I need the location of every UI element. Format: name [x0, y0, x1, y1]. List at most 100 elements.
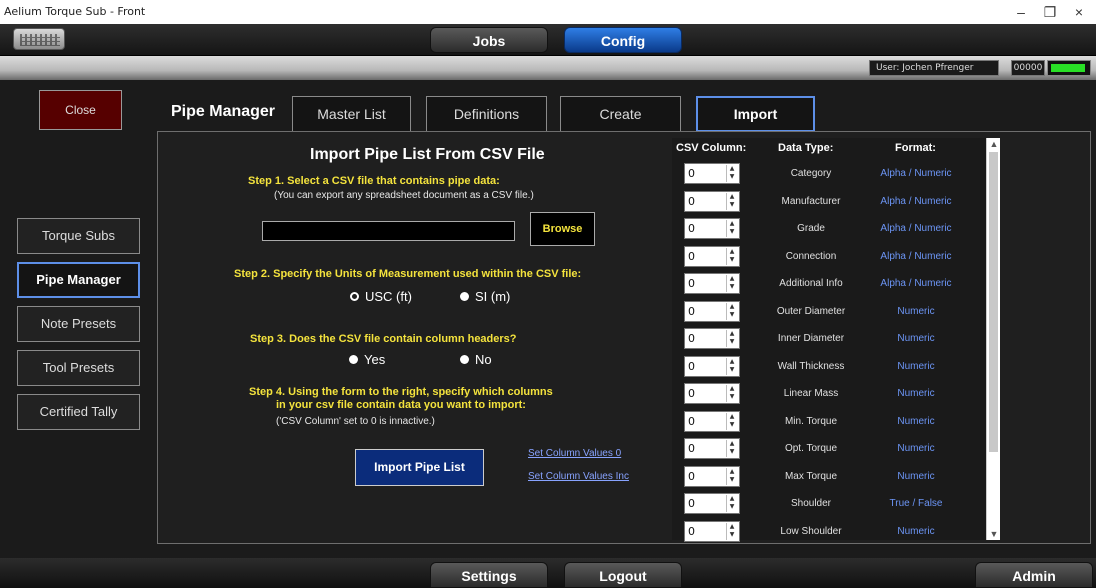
admin-button[interactable]: Admin [975, 562, 1093, 588]
close-button[interactable]: Close [39, 90, 122, 130]
csv-column-input[interactable]: 0 ▲ ▼ [684, 190, 740, 212]
spinner-icon[interactable]: ▲ ▼ [726, 165, 737, 182]
data-type-label: Connection [785, 250, 837, 262]
radio-unselected-icon [460, 292, 469, 301]
import-pipe-list-button[interactable]: Import Pipe List [355, 449, 484, 486]
spinner-icon[interactable]: ▲ ▼ [726, 495, 737, 512]
sidebar-item-certified-tally[interactable]: Certified Tally [17, 394, 140, 430]
csv-column-input[interactable]: 0 ▲ ▼ [684, 465, 740, 487]
close-window-button[interactable]: × [1064, 2, 1094, 22]
format-label: Numeric [897, 333, 935, 344]
csv-column-input[interactable]: 0 ▲ ▼ [684, 163, 740, 184]
bottom-bar [0, 558, 1096, 588]
scroll-up-icon[interactable]: ▲ [987, 138, 1001, 150]
browse-button[interactable]: Browse [530, 212, 595, 246]
format-label: True / False [889, 498, 943, 509]
step2-label: Step 2. Specify the Units of Measurement… [234, 268, 582, 280]
csv-column-input[interactable]: 0 ▲ ▼ [684, 300, 740, 322]
csv-column-value: 0 [688, 194, 695, 208]
radio-si[interactable]: SI (m) [460, 289, 510, 304]
spinner-icon[interactable]: ▲ ▼ [726, 385, 737, 402]
spinner-icon[interactable]: ▲ ▼ [726, 192, 737, 210]
spinner-icon[interactable]: ▲ ▼ [726, 357, 737, 375]
radio-yes[interactable]: Yes [349, 352, 385, 367]
config-button[interactable]: Config [564, 27, 682, 53]
radio-icon [349, 355, 358, 364]
spinner-icon[interactable]: ▲ ▼ [726, 247, 737, 265]
sidebar-item-pipe-manager[interactable]: Pipe Manager [17, 262, 140, 298]
step1-note: (You can export any spreadsheet document… [274, 190, 534, 201]
sidebar-item-note-presets[interactable]: Note Presets [17, 306, 140, 342]
header-data-type: Data Type: [778, 142, 834, 154]
csv-column-input[interactable]: 0 ▲ ▼ [684, 273, 740, 294]
radio-no[interactable]: No [460, 352, 492, 367]
data-type-label: Opt. Torque [784, 443, 838, 454]
step4-label: Step 4. Using the form to the right, spe… [249, 386, 553, 398]
data-type-label: Shoulder [790, 498, 832, 509]
format-label: Alpha / Numeric [880, 168, 952, 179]
csv-path-field[interactable] [262, 221, 515, 241]
sidebar-item-torque-subs[interactable]: Torque Subs [17, 218, 140, 254]
radio-no-label: No [475, 352, 492, 367]
csv-column-input[interactable]: 0 ▲ ▼ [684, 438, 740, 459]
csv-column-input[interactable]: 0 ▲ ▼ [684, 355, 740, 377]
csv-column-value: 0 [688, 387, 695, 400]
radio-usc[interactable]: USC (ft) [350, 289, 412, 304]
spinner-icon[interactable]: ▲ ▼ [726, 275, 737, 292]
format-label: Alpha / Numeric [880, 195, 952, 207]
csv-column-value: 0 [688, 497, 695, 510]
scroll-down-icon[interactable]: ▼ [987, 528, 1001, 540]
logout-button[interactable]: Logout [564, 562, 682, 588]
spinner-icon[interactable]: ▲ ▼ [726, 467, 737, 485]
data-type-label: Max Torque [784, 470, 838, 482]
user-label: User: Jochen Pfrenger [869, 60, 999, 76]
status-code: 00000 [1011, 60, 1045, 76]
csv-column-input[interactable]: 0 ▲ ▼ [684, 245, 740, 267]
csv-column-input[interactable]: 0 ▲ ▼ [684, 328, 740, 349]
set-column-values-inc-link[interactable]: Set Column Values Inc [528, 471, 629, 482]
grid-scrollbar[interactable]: ▲ ▼ [986, 138, 1000, 540]
minimize-button[interactable]: – [1006, 2, 1036, 22]
radio-selected-icon [350, 292, 359, 301]
data-type-label: Low Shoulder [780, 525, 842, 537]
csv-column-input[interactable]: 0 ▲ ▼ [684, 383, 740, 404]
csv-column-value: 0 [688, 277, 695, 290]
csv-column-input[interactable]: 0 ▲ ▼ [684, 520, 740, 542]
header-format: Format: [895, 142, 936, 154]
csv-column-input[interactable]: 0 ▲ ▼ [684, 410, 740, 432]
top-nav-bar: Jobs Config [0, 24, 1096, 56]
jobs-button[interactable]: Jobs [430, 27, 548, 53]
format-label: Numeric [897, 388, 935, 399]
section-title: Pipe Manager [171, 103, 276, 120]
spinner-icon[interactable]: ▲ ▼ [726, 330, 737, 347]
spinner-icon[interactable]: ▲ ▼ [726, 220, 737, 237]
format-label: Numeric [897, 470, 935, 482]
title-bar: Aelium Torque Sub - Front – ❐ × [0, 0, 1096, 24]
data-type-label: Wall Thickness [777, 360, 845, 372]
spinner-icon[interactable]: ▲ ▼ [726, 440, 737, 457]
keyboard-icon[interactable] [13, 28, 65, 50]
data-type-label: Min. Torque [784, 415, 838, 427]
tab-import[interactable]: Import [696, 96, 815, 132]
spinner-icon[interactable]: ▲ ▼ [726, 522, 737, 540]
spinner-icon[interactable]: ▲ ▼ [726, 302, 737, 320]
sidebar-item-tool-presets[interactable]: Tool Presets [17, 350, 140, 386]
tab-master-list[interactable]: Master List [292, 96, 411, 132]
scroll-thumb[interactable] [989, 152, 998, 452]
radio-yes-label: Yes [364, 352, 386, 367]
step4-note: ('CSV Column' set to 0 is innactive.) [276, 416, 435, 427]
csv-column-input[interactable]: 0 ▲ ▼ [684, 493, 740, 514]
spinner-icon[interactable]: ▲ ▼ [726, 412, 737, 430]
maximize-button[interactable]: ❐ [1035, 2, 1065, 22]
set-column-values-zero-link[interactable]: Set Column Values 0 [528, 448, 621, 459]
settings-button[interactable]: Settings [430, 562, 548, 588]
step1-label: Step 1. Select a CSV file that contains … [248, 175, 500, 187]
csv-column-value: 0 [688, 414, 695, 428]
csv-column-input[interactable]: 0 ▲ ▼ [684, 218, 740, 239]
tab-create[interactable]: Create [560, 96, 681, 132]
tab-definitions[interactable]: Definitions [426, 96, 547, 132]
header-csv-column: CSV Column: [676, 142, 747, 154]
data-type-label: Inner Diameter [777, 333, 845, 344]
data-type-label: Category [790, 168, 832, 179]
csv-column-value: 0 [688, 332, 695, 345]
